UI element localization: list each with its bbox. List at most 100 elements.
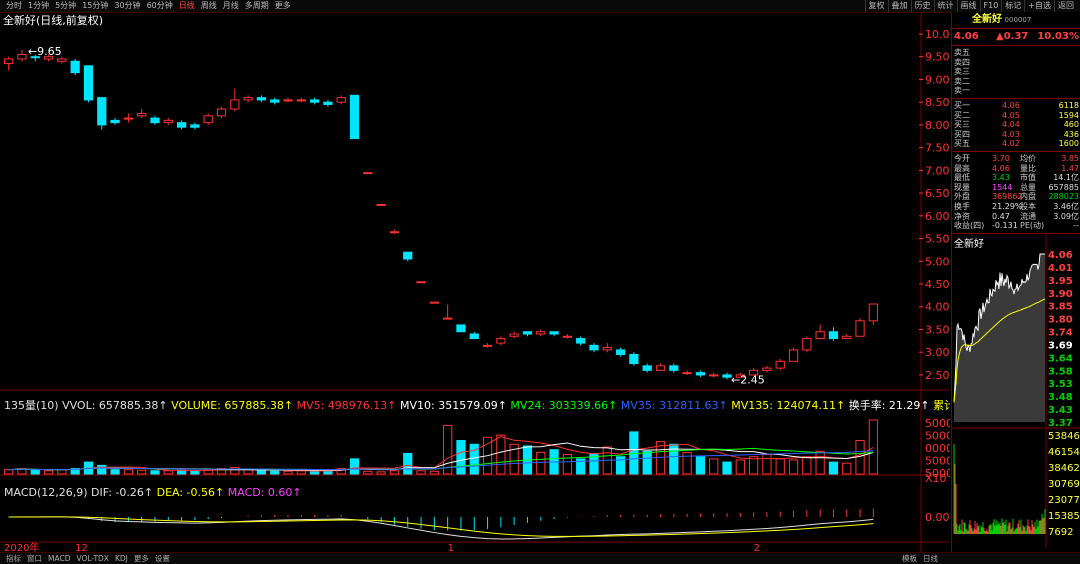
- bottom-tab-1[interactable]: 窗口: [24, 553, 45, 564]
- bid-volume: 6118: [1058, 100, 1079, 110]
- ask-label: 卖四: [954, 57, 970, 67]
- quote-stats: 今开 3.70 均价 3.85 最高 4.06 量比 1.47 最低 3.43 市值 14.1亿 现量 1…: [952, 152, 1080, 234]
- candles: [4, 49, 878, 380]
- quote-label-2: 流通: [1020, 211, 1036, 221]
- ask-label: 卖三: [954, 67, 970, 77]
- quote-label: 换手: [954, 201, 970, 211]
- bid-volume: 1594: [1058, 110, 1079, 120]
- stat-row: 收益(四) -0.131 PE(动) --: [952, 221, 1080, 231]
- candle: [17, 49, 27, 62]
- toolbar-button-3[interactable]: 统计: [933, 0, 957, 12]
- period-tab-2[interactable]: 5分钟: [52, 0, 79, 12]
- period-tab-10[interactable]: 更多: [272, 0, 294, 12]
- candle: [482, 343, 493, 348]
- quote-header: 全新好 000007: [952, 12, 1080, 29]
- quote-value-2: 3.09亿: [1053, 211, 1079, 221]
- period-tab-8[interactable]: 月线: [220, 0, 242, 12]
- mini-price-label: 3.37: [1048, 418, 1073, 429]
- toolbar-button-1[interactable]: 叠加: [887, 0, 911, 12]
- price-axis-label: 3.00: [925, 346, 950, 359]
- bottom-right-tab-1[interactable]: 日线: [920, 553, 941, 564]
- volume-axis-label: 5000: [925, 430, 950, 443]
- volume-bar: [230, 467, 240, 475]
- period-tab-4[interactable]: 30分钟: [111, 0, 143, 12]
- mini-volume-label: 38462: [1048, 463, 1080, 474]
- volume-bar: [416, 470, 426, 475]
- toolbar-button-0[interactable]: 复权: [864, 0, 888, 12]
- price-axis-label: 5.50: [925, 233, 950, 246]
- mini-volume-label: 15385: [1048, 511, 1080, 522]
- period-tab-5[interactable]: 60分钟: [144, 0, 176, 12]
- bottom-tab-3[interactable]: VOL-TDX: [73, 553, 111, 564]
- candle: [536, 329, 546, 337]
- mini-price-label: 3.74: [1048, 327, 1073, 338]
- period-tab-9[interactable]: 多周期: [242, 0, 272, 12]
- toolbar-right-buttons: 复权 叠加 历史 统计 画线 F10 标记 +自选 返回: [862, 0, 1080, 12]
- candle: [137, 109, 147, 119]
- quote-value-2: 288023: [1048, 192, 1079, 202]
- toolbar-button-6[interactable]: 标记: [1001, 0, 1024, 12]
- bid-row: 买三 4.04 460: [952, 120, 1080, 130]
- volume-bar: [270, 470, 280, 475]
- kline-chart[interactable]: 全新好(日线,前复权) 10.009.509.008.508.007.507.0…: [0, 12, 981, 554]
- candle: [669, 363, 679, 373]
- period-tab-1[interactable]: 1分钟: [25, 0, 52, 12]
- mini-volume-label: 23077: [1048, 495, 1080, 506]
- volume-bar: [243, 469, 253, 475]
- mini-intraday-chart[interactable]: 全新好 4.06 4.01 3.95 3.90 3.85 3.80 3.74 3.69 3.64…: [952, 233, 1080, 548]
- toolbar-button-8[interactable]: 返回: [1054, 0, 1077, 12]
- candle: [97, 97, 107, 130]
- mini-price-label: 3.85: [1048, 301, 1073, 312]
- volume-bar: [349, 458, 360, 475]
- candle: [70, 59, 80, 75]
- price-axis-label: 7.50: [925, 142, 950, 155]
- candle: [655, 363, 666, 371]
- last-price: 4.06: [954, 31, 979, 42]
- price-axis-label: 4.50: [925, 278, 950, 291]
- toolbar-button-2[interactable]: 历史: [910, 0, 934, 12]
- stock-code: 000007: [1004, 16, 1032, 24]
- volume-legend-item: MV10: 351579.09↑: [397, 399, 507, 412]
- mini-price-label: 4.01: [1048, 263, 1073, 274]
- mini-price-label: 3.69: [1048, 340, 1073, 351]
- period-tab-6[interactable]: 日线: [176, 0, 198, 12]
- candle: [176, 120, 187, 130]
- price-axis-label: 2.50: [925, 369, 950, 382]
- bottom-tab-4[interactable]: KDJ: [112, 553, 131, 564]
- toolbar-button-4[interactable]: 画线: [956, 0, 980, 12]
- quote-value: 1544: [992, 182, 1013, 192]
- volume-bar: [775, 458, 785, 475]
- candle: [283, 97, 293, 103]
- candle: [629, 352, 639, 366]
- volume-bar: [256, 470, 267, 475]
- period-tab-0[interactable]: 分时: [3, 0, 25, 12]
- toolbar-button-7[interactable]: +自选: [1024, 0, 1054, 12]
- candle: [522, 331, 533, 337]
- toolbar-button-5[interactable]: F10: [979, 0, 1002, 12]
- period-tab-7[interactable]: 周线: [198, 0, 220, 12]
- candle: [296, 97, 306, 103]
- candle: [815, 324, 825, 340]
- quote-value: 369862: [992, 192, 1023, 202]
- candle: [150, 115, 160, 125]
- volume-legend-item: MV35: 312811.63↑: [617, 399, 727, 412]
- bottom-right-tab-0[interactable]: 模板: [899, 553, 920, 564]
- bottom-tab-5[interactable]: 更多: [131, 553, 152, 564]
- price-axis-label: 3.50: [925, 323, 950, 336]
- quote-value: -0.131: [992, 221, 1018, 231]
- volume-bar: [735, 459, 745, 475]
- candle: [496, 336, 506, 346]
- candle: [788, 347, 799, 362]
- bottom-tab-0[interactable]: 指标: [3, 553, 24, 564]
- volume-bar: [828, 461, 839, 475]
- volume-bar: [403, 452, 413, 475]
- candle: [216, 106, 227, 119]
- candle: [256, 95, 267, 103]
- bottom-tab-6[interactable]: 设置: [152, 553, 173, 564]
- kline-chart-area[interactable]: 全新好(日线,前复权) 10.009.509.008.508.007.507.0…: [0, 12, 981, 554]
- period-tab-3[interactable]: 15分钟: [79, 0, 111, 12]
- bottom-tab-2[interactable]: MACD: [45, 553, 73, 564]
- mini-price-label: 3.48: [1048, 392, 1073, 403]
- date-label: 1: [448, 543, 454, 552]
- volume-bar: [429, 470, 439, 475]
